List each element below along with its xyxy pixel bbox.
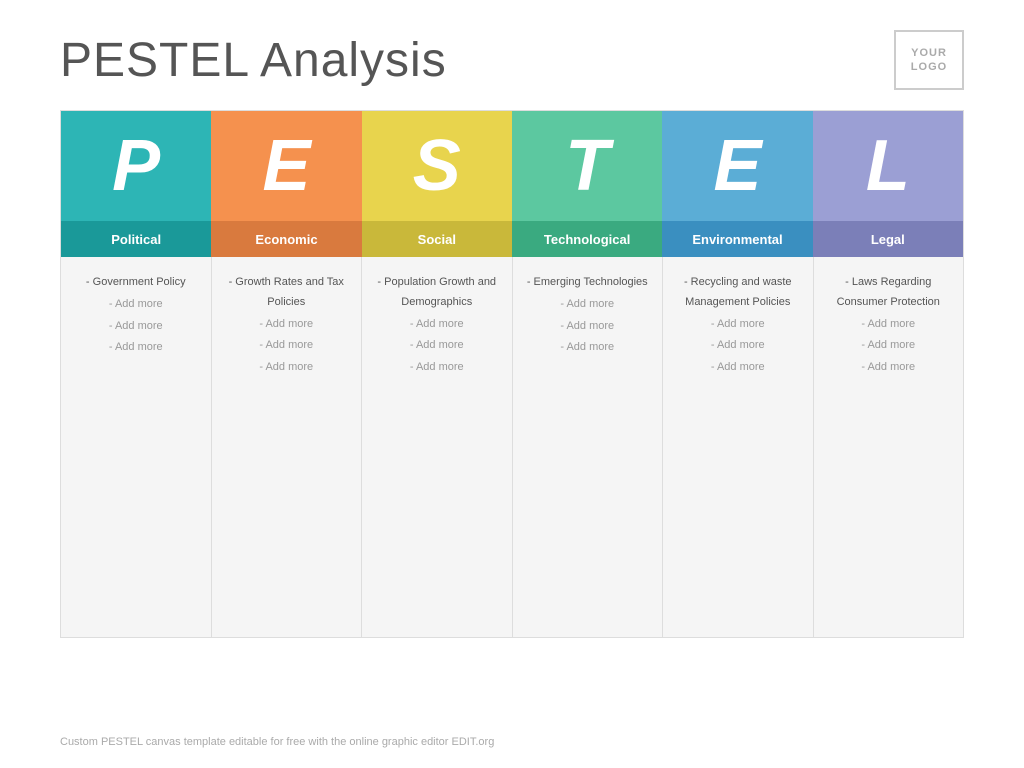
label-environmental: Environmental — [662, 221, 812, 257]
label-legal: Legal — [813, 221, 963, 257]
pestel-table: P E S T E L Political Economic Social Te… — [60, 110, 964, 638]
letter-e1: E — [211, 111, 361, 221]
label-economic: Economic — [211, 221, 361, 257]
label-row: Political Economic Social Technological … — [61, 221, 963, 257]
content-economic: - Growth Rates and Tax Policies - Add mo… — [212, 257, 363, 637]
content-technological: - Emerging Technologies - Add more - Add… — [513, 257, 664, 637]
label-social: Social — [362, 221, 512, 257]
logo-placeholder: YOUR LOGO — [894, 30, 964, 90]
content-row: - Government Policy - Add more - Add mor… — [61, 257, 963, 637]
page: PESTEL Analysis YOUR LOGO P E S T E L Po… — [0, 0, 1024, 768]
content-social: - Population Growth and Demographics - A… — [362, 257, 513, 637]
letter-s: S — [362, 111, 512, 221]
footer: Custom PESTEL canvas template editable f… — [60, 736, 494, 748]
label-technological: Technological — [512, 221, 662, 257]
content-environmental: - Recycling and waste Management Policie… — [663, 257, 814, 637]
content-political: - Government Policy - Add more - Add mor… — [61, 257, 212, 637]
content-legal: - Laws Regarding Consumer Protection - A… — [814, 257, 964, 637]
header: PESTEL Analysis YOUR LOGO — [0, 0, 1024, 110]
letter-e2: E — [662, 111, 812, 221]
letter-row: P E S T E L — [61, 111, 963, 221]
letter-l: L — [813, 111, 963, 221]
label-political: Political — [61, 221, 211, 257]
letter-t: T — [512, 111, 662, 221]
page-title: PESTEL Analysis — [60, 33, 447, 88]
letter-p: P — [61, 111, 211, 221]
